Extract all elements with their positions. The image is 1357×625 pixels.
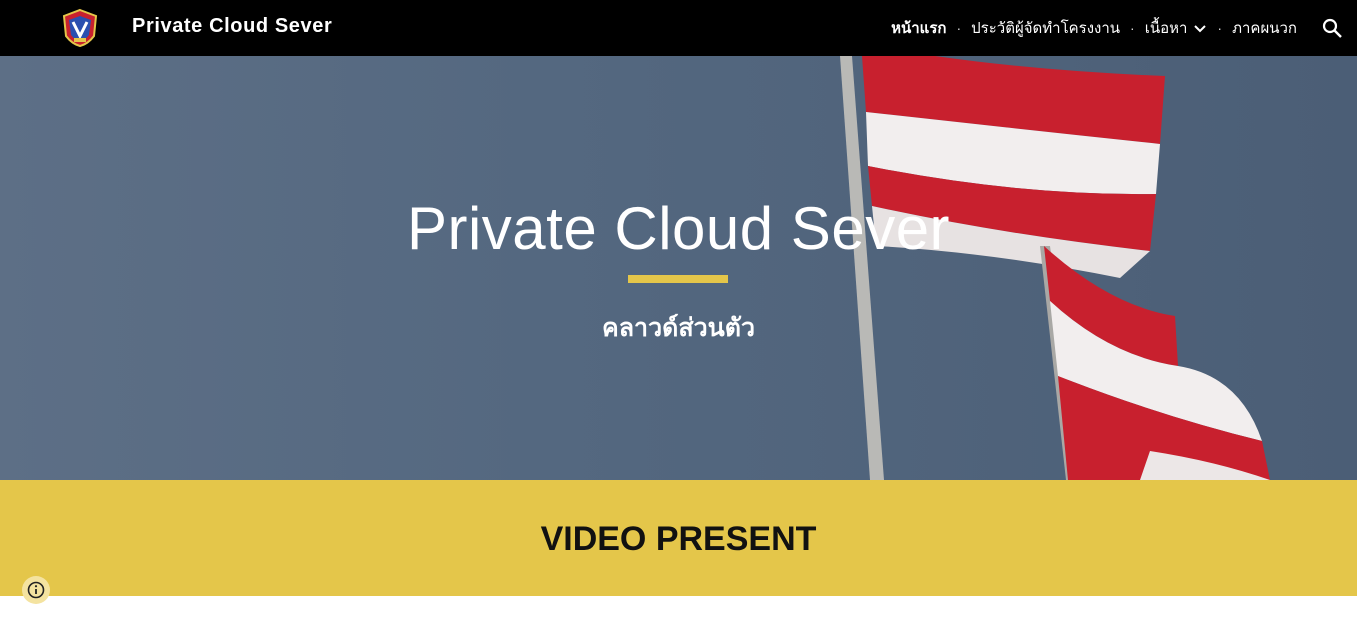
nav-item-appendix[interactable]: ภาคผนวก xyxy=(1232,16,1297,40)
info-button[interactable] xyxy=(22,576,50,604)
hero-subtitle: คลาวด์ส่วนตัว xyxy=(601,313,755,342)
school-crest-logo[interactable] xyxy=(60,8,100,48)
nav-separator: · xyxy=(1130,20,1135,36)
nav-separator: · xyxy=(1217,20,1223,36)
hero-divider xyxy=(628,275,728,283)
nav-item-content-label: เนื้อหา xyxy=(1144,19,1188,37)
nav-item-home[interactable]: หน้าแรก xyxy=(891,16,946,40)
chevron-down-icon xyxy=(1194,25,1207,33)
site-title[interactable]: Private Cloud Sever xyxy=(132,15,332,38)
hero-title: Private Cloud Sever xyxy=(406,195,951,262)
info-icon xyxy=(27,581,45,599)
flag-background-image xyxy=(840,56,1270,480)
main-navigation: หน้าแรก · ประวัติผู้จัดทำโครงงาน · เนื้อ… xyxy=(891,0,1297,56)
section-title: VIDEO PRESENT xyxy=(540,520,817,558)
top-navigation-bar: Private Cloud Sever หน้าแรก · ประวัติผู้… xyxy=(0,0,1357,56)
nav-item-content[interactable]: เนื้อหา xyxy=(1145,16,1208,40)
nav-separator: · xyxy=(956,20,962,36)
video-section: VIDEO PRESENT xyxy=(0,480,1357,596)
hero-banner: Private Cloud Sever คลาวด์ส่วนตัว xyxy=(0,56,1357,480)
nav-item-project-history[interactable]: ประวัติผู้จัดทำโครงงาน xyxy=(971,16,1120,40)
search-icon[interactable] xyxy=(1321,17,1343,39)
